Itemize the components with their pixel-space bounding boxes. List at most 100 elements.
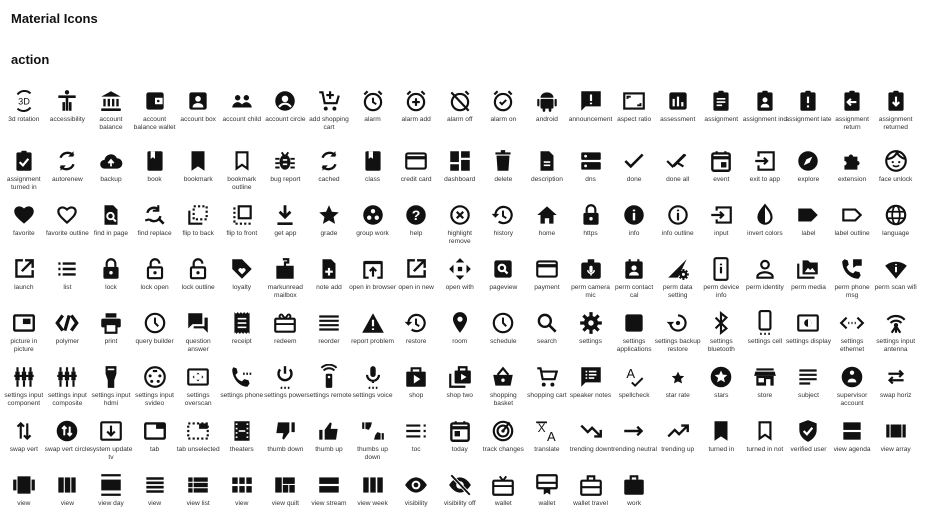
icon-tile-settings[interactable]: settings	[569, 308, 613, 362]
icon-tile-favorite-outline[interactable]: favorite outline	[46, 200, 90, 254]
icon-tile-loyalty[interactable]: loyalty	[220, 254, 264, 308]
icon-tile-exit-to-app[interactable]: exit to app	[743, 146, 787, 200]
icon-tile-turned-in-not[interactable]: turned in not	[743, 416, 787, 470]
icon-tile-shop[interactable]: shop	[394, 362, 438, 416]
icon-tile-shopping-cart[interactable]: shopping cart	[525, 362, 569, 416]
icon-tile-redeem[interactable]: redeem	[264, 308, 308, 362]
icon-tile-delete[interactable]: delete	[482, 146, 526, 200]
icon-tile-translate[interactable]: X A translate	[525, 416, 569, 470]
icon-tile-settings-input-antenna[interactable]: settings input antenna	[874, 308, 918, 362]
icon-tile-open-with[interactable]: open with	[438, 254, 482, 308]
icon-tile-trending-neutral[interactable]: trending neutral	[611, 416, 657, 470]
icon-tile-face-unlock[interactable]: face unlock	[874, 146, 918, 200]
icon-tile-view-quilt[interactable]: view quilt	[264, 470, 308, 524]
icon-tile-alarm[interactable]: alarm	[351, 86, 395, 146]
icon-tile-input[interactable]: input	[700, 200, 744, 254]
icon-tile-trending-up[interactable]: trending up	[656, 416, 700, 470]
icon-tile-star-rate[interactable]: star rate	[656, 362, 700, 416]
icon-tile-lock-open[interactable]: lock open	[133, 254, 177, 308]
icon-tile-flip-to-front[interactable]: flip to front	[220, 200, 264, 254]
icon-tile-receipt[interactable]: receipt	[220, 308, 264, 362]
icon-tile-thumbs-up-down[interactable]: thumbs up down	[351, 416, 395, 470]
icon-tile-extension[interactable]: extension	[830, 146, 874, 200]
icon-tile-picture-in-picture[interactable]: picture in picture	[2, 308, 46, 362]
icon-tile-account-balance[interactable]: account balance	[89, 86, 133, 146]
icon-tile-open-in-new[interactable]: open in new	[394, 254, 438, 308]
icon-tile-wallet[interactable]: wallet	[525, 470, 569, 524]
icon-tile-trending-down[interactable]: trending down	[569, 416, 613, 470]
icon-tile-view-list[interactable]: view list	[176, 470, 220, 524]
icon-tile-work[interactable]: work	[612, 470, 656, 524]
icon-tile-thumb-down[interactable]: thumb down	[264, 416, 308, 470]
icon-tile-book[interactable]: book	[133, 146, 177, 200]
icon-tile-history[interactable]: history	[482, 200, 526, 254]
icon-tile-cached[interactable]: cached	[307, 146, 351, 200]
icon-tile-schedule[interactable]: schedule	[482, 308, 526, 362]
icon-tile-bookmark-outline[interactable]: bookmark outline	[220, 146, 264, 200]
icon-tile-open-in-browser[interactable]: open in browser	[349, 254, 396, 308]
icon-tile-account-balance-wallet[interactable]: account balance wallet	[133, 86, 177, 146]
icon-tile-tab-unselected[interactable]: tab unselected	[176, 416, 220, 470]
icon-tile-today[interactable]: today	[438, 416, 482, 470]
icon-tile-perm-media[interactable]: perm media	[787, 254, 831, 308]
icon-tile-label[interactable]: label	[787, 200, 831, 254]
icon-tile-description[interactable]: description	[525, 146, 569, 200]
icon-tile-polymer[interactable]: polymer	[46, 308, 90, 362]
icon-tile-assignment-return[interactable]: assignment return	[830, 86, 874, 146]
icon-tile-alarm-off[interactable]: alarm off	[438, 86, 482, 146]
icon-tile-home[interactable]: home	[525, 200, 569, 254]
icon-tile-android[interactable]: android	[525, 86, 569, 146]
icon-tile-wallet-travel[interactable]: wallet travel	[569, 470, 613, 524]
icon-tile-visibility-off[interactable]: visibility off	[438, 470, 482, 524]
icon-tile-toc[interactable]: toc	[394, 416, 438, 470]
icon-tile-visibility[interactable]: visibility	[394, 470, 438, 524]
icon-tile-wallet[interactable]: wallet	[482, 470, 526, 524]
icon-tile-grade[interactable]: grade	[307, 200, 351, 254]
icon-tile-accessibility[interactable]: accessibility	[46, 86, 90, 146]
icon-tile-settings-cell[interactable]: settings cell	[743, 308, 787, 362]
icon-tile-view-stream[interactable]: view stream	[307, 470, 351, 524]
icon-tile-perm-camera-mic[interactable]: perm camera mic	[569, 254, 613, 308]
icon-tile-https[interactable]: https	[569, 200, 613, 254]
icon-tile-report-problem[interactable]: report problem	[351, 308, 395, 362]
icon-tile-perm-data-setting[interactable]: perm data setting	[656, 254, 700, 308]
icon-tile-flip-to-back[interactable]: flip to back	[176, 200, 220, 254]
icon-tile-view-array[interactable]: view array	[874, 416, 918, 470]
icon-tile-list[interactable]: list	[46, 254, 90, 308]
icon-tile-group-work[interactable]: group work	[351, 200, 395, 254]
icon-tile-language[interactable]: language	[874, 200, 918, 254]
icon-tile-print[interactable]: print	[89, 308, 133, 362]
icon-tile-info[interactable]: info	[612, 200, 656, 254]
icon-tile-dns[interactable]: dns	[569, 146, 613, 200]
icon-tile-invert-colors[interactable]: invert colors	[743, 200, 787, 254]
icon-tile-event[interactable]: event	[700, 146, 744, 200]
icon-tile-stars[interactable]: stars	[700, 362, 744, 416]
icon-tile-label-outline[interactable]: label outline	[830, 200, 874, 254]
icon-tile-account-circle[interactable]: account circle	[264, 86, 308, 146]
icon-tile-settings-input-svideo[interactable]: settings input svideo	[133, 362, 177, 416]
icon-tile-aspect-ratio[interactable]: aspect ratio	[612, 86, 656, 146]
icon-tile-verified-user[interactable]: verified user	[787, 416, 831, 470]
icon-tile-settings-display[interactable]: settings display	[786, 308, 831, 362]
icon-tile-settings-power[interactable]: settings power	[264, 362, 308, 416]
icon-tile-bookmark[interactable]: bookmark	[176, 146, 220, 200]
icon-tile-settings-remote[interactable]: settings remote	[306, 362, 351, 416]
icon-tile-tab[interactable]: tab	[133, 416, 177, 470]
icon-tile-settings-applications[interactable]: settings applications	[612, 308, 656, 362]
icon-tile-store[interactable]: store	[743, 362, 787, 416]
icon-tile-view[interactable]: view	[133, 470, 177, 524]
icon-tile-backup[interactable]: backup	[89, 146, 133, 200]
icon-tile-assignment[interactable]: assignment	[700, 86, 744, 146]
icon-tile-help[interactable]: ? help	[394, 200, 438, 254]
icon-tile-view-day[interactable]: view day	[89, 470, 133, 524]
icon-tile-info-outline[interactable]: info outline	[656, 200, 700, 254]
icon-tile-subject[interactable]: subject	[787, 362, 831, 416]
icon-tile-payment[interactable]: payment	[525, 254, 569, 308]
icon-tile-search[interactable]: search	[525, 308, 569, 362]
icon-tile-class[interactable]: class	[351, 146, 395, 200]
icon-tile-alarm-on[interactable]: alarm on	[482, 86, 526, 146]
icon-tile-turned-in[interactable]: turned in	[700, 416, 744, 470]
icon-tile-done-all[interactable]: done all	[656, 146, 700, 200]
icon-tile-view-week[interactable]: view week	[351, 470, 395, 524]
icon-tile-spellcheck[interactable]: Aspellcheck	[612, 362, 656, 416]
